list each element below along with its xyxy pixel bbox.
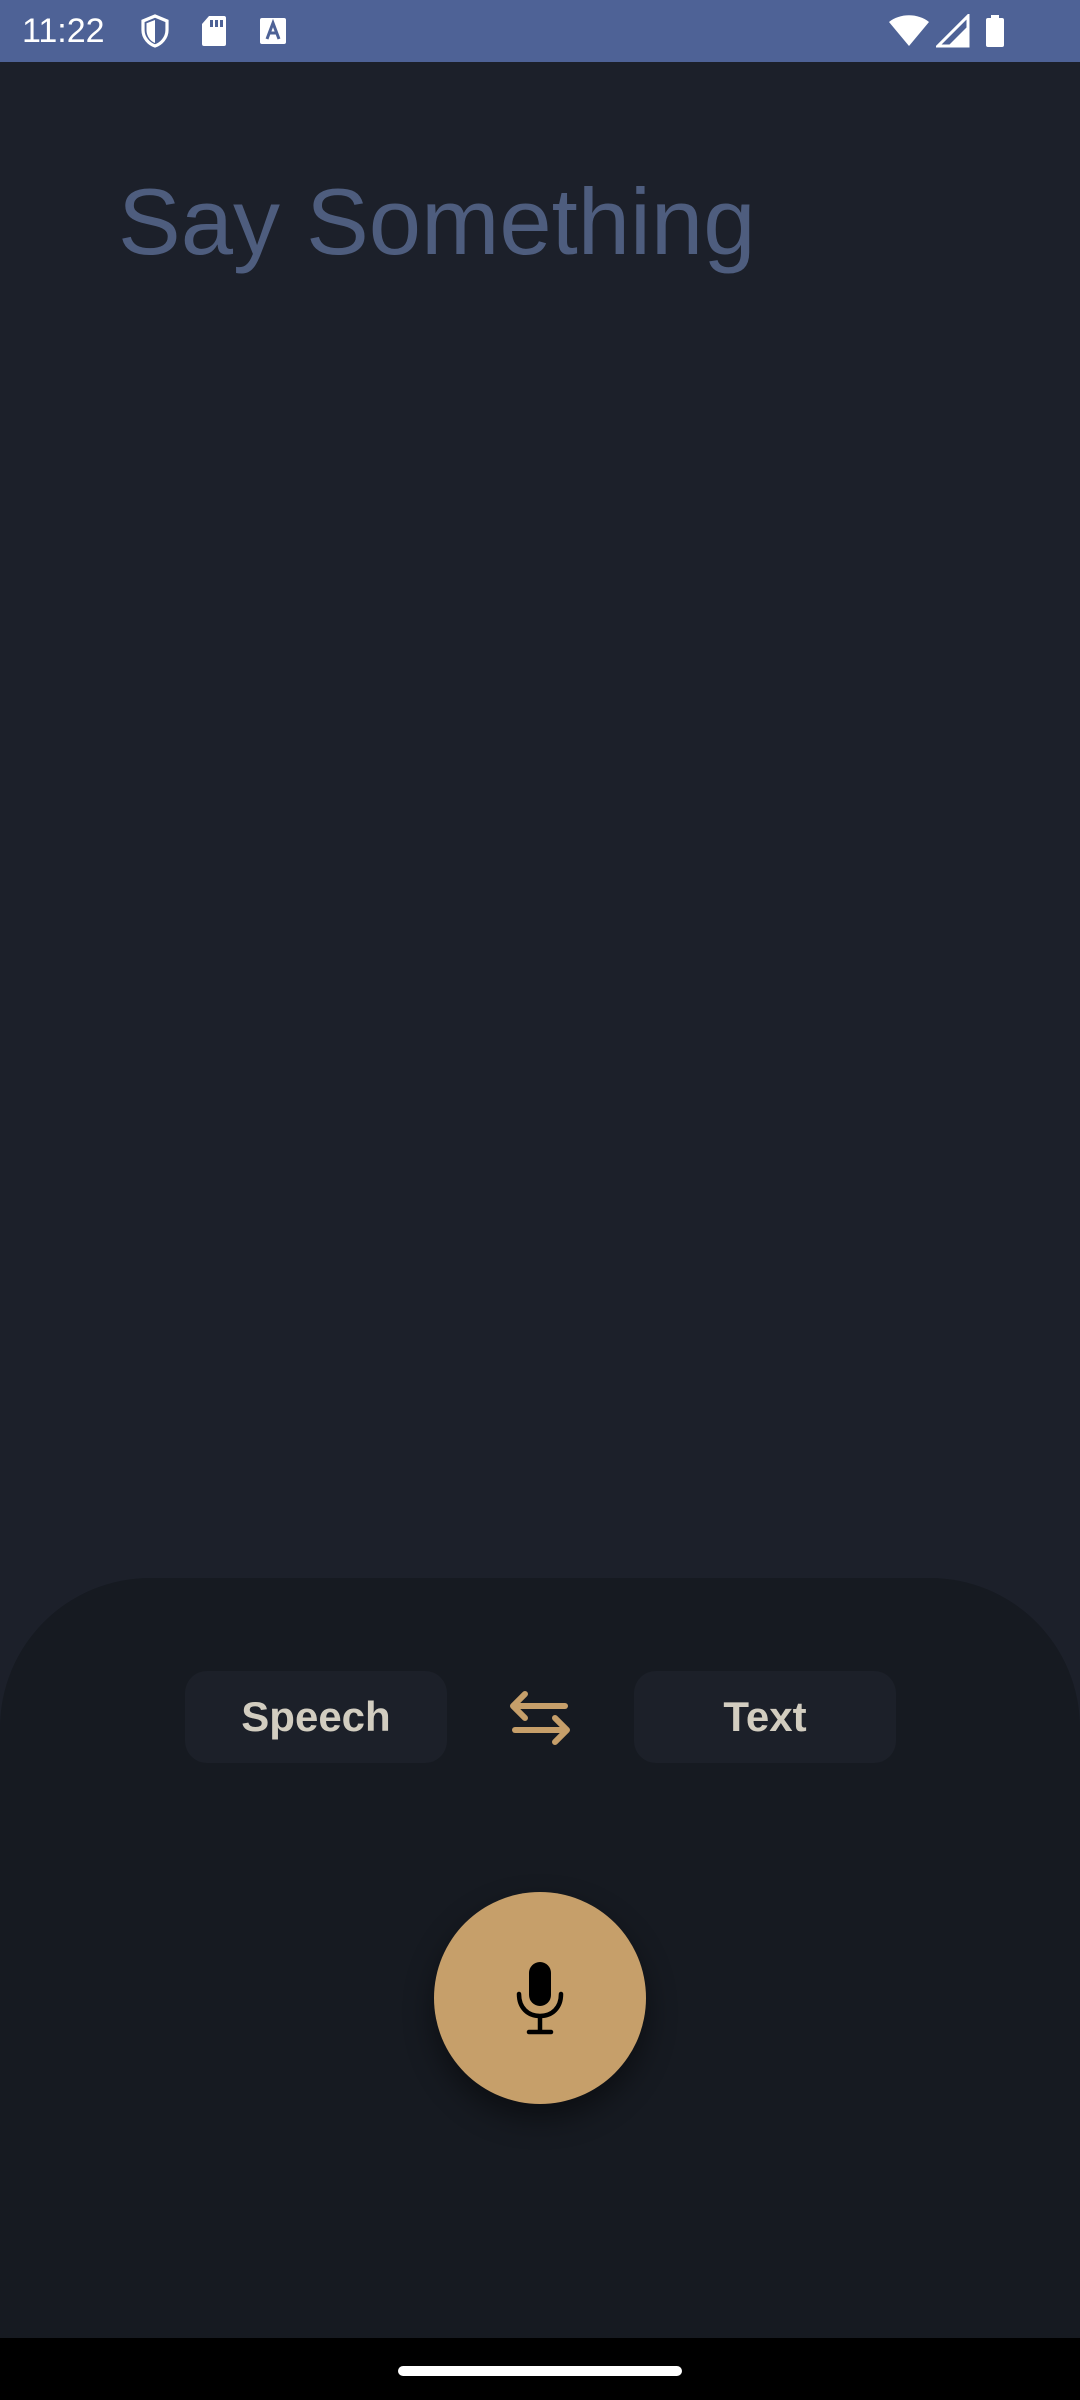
battery-icon — [986, 15, 1004, 47]
microphone-button[interactable] — [434, 1892, 646, 2104]
wifi-icon — [889, 15, 929, 46]
navigation-bar — [0, 2338, 1080, 2400]
target-language-button[interactable]: Text — [634, 1671, 896, 1763]
control-panel: Speech Text — [0, 1578, 1080, 2338]
microphone-icon — [516, 1962, 564, 2035]
swap-button[interactable] — [500, 1683, 580, 1753]
signal-icon — [936, 14, 970, 48]
swap-arrows-icon — [510, 1691, 570, 1745]
shield-icon — [141, 14, 169, 48]
source-language-button[interactable]: Speech — [185, 1671, 447, 1763]
status-time: 11:22 — [22, 12, 105, 50]
status-bar: 11:22 — [0, 0, 1080, 62]
sd-card-icon — [202, 16, 226, 46]
prompt-text: Say Something — [118, 169, 756, 274]
keyboard-a-icon — [260, 18, 286, 44]
home-handle[interactable] — [398, 2366, 682, 2376]
transcript-area: Say Something — [0, 62, 1080, 1582]
